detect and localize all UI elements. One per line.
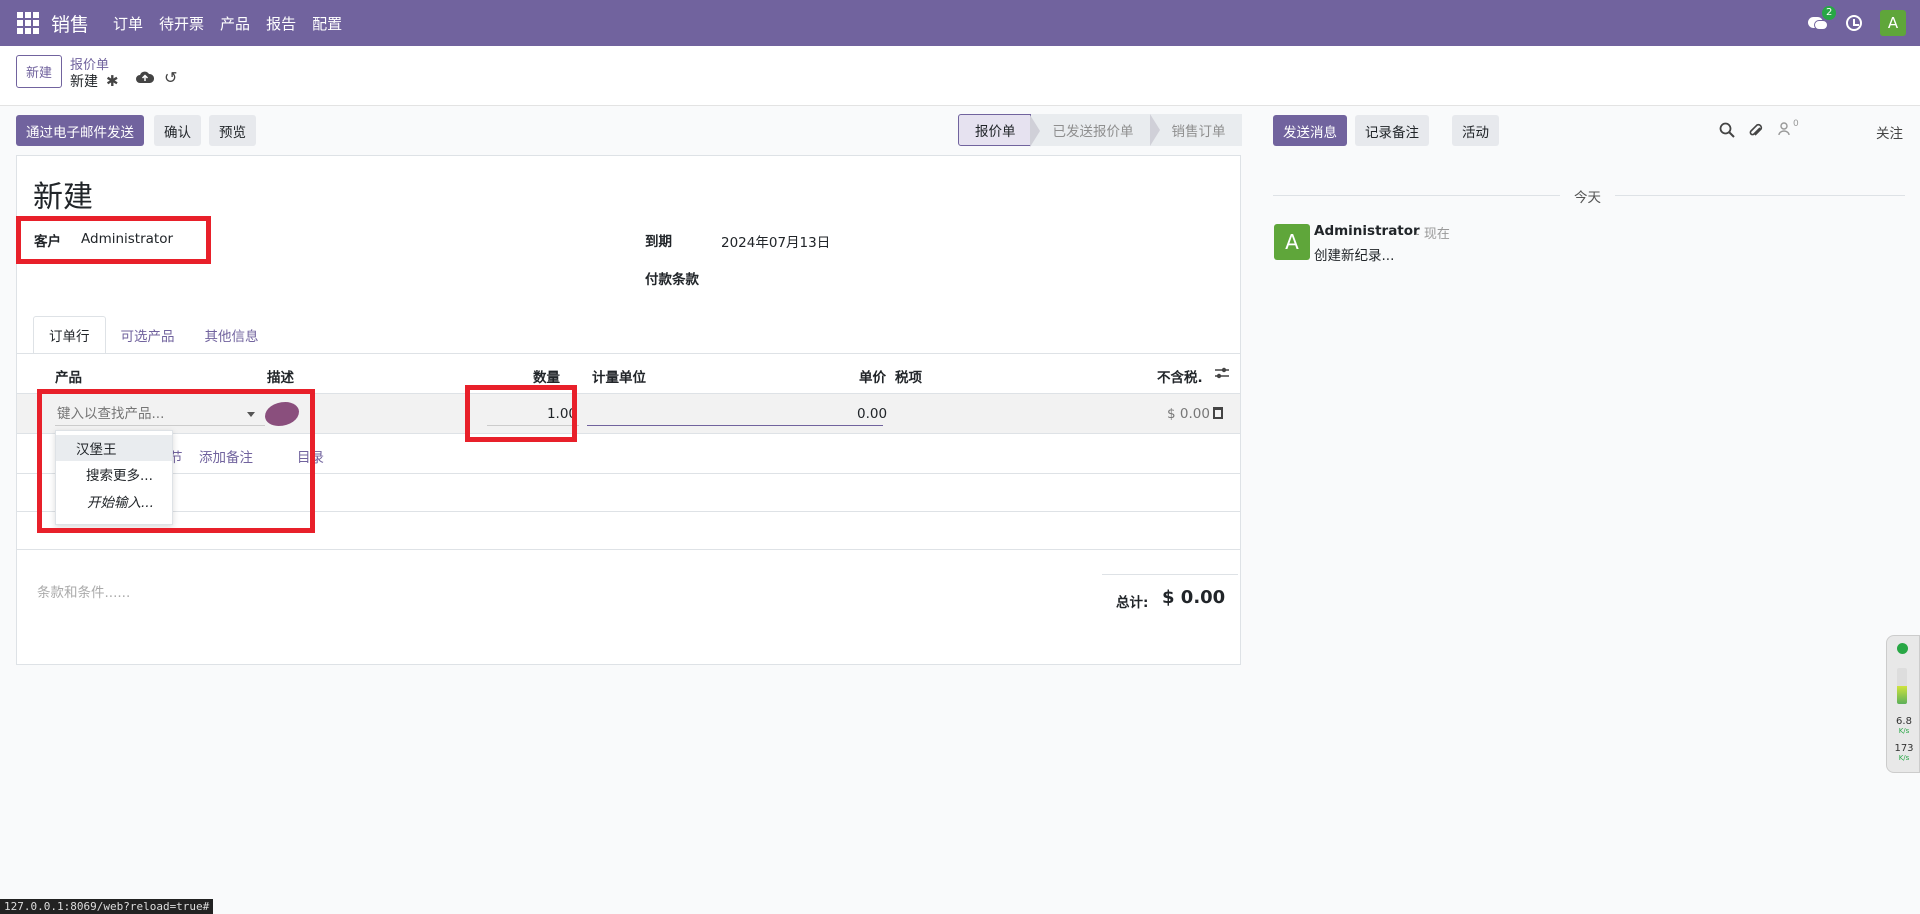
subtotal-value: $ 0.00 xyxy=(1167,406,1210,422)
menu-configuration[interactable]: 配置 xyxy=(312,13,342,34)
total-label: 总计: xyxy=(1116,595,1149,611)
column-description[interactable]: 描述 xyxy=(267,366,294,386)
status-bar-url: 127.0.0.1:8069/web?reload=true# xyxy=(0,899,214,914)
paperclip-icon[interactable] xyxy=(1749,122,1763,138)
optional-columns-icon[interactable] xyxy=(1214,366,1230,380)
payment-terms-label: 付款条款 xyxy=(645,272,699,288)
status-bar: 报价单 已发送报价单 销售订单 xyxy=(958,114,1242,147)
column-product[interactable]: 产品 xyxy=(55,366,82,386)
preview-button[interactable]: 预览 xyxy=(209,115,256,146)
download-speed: 173 xyxy=(1894,743,1914,754)
send-by-email-button[interactable]: 通过电子邮件发送 xyxy=(16,115,144,146)
record-name-text: 新建 xyxy=(70,74,98,90)
page-title: 新建 xyxy=(33,180,93,215)
chat-badge: 2 xyxy=(1822,6,1837,20)
stage-quotation[interactable]: 报价单 xyxy=(958,114,1039,147)
search-icon[interactable] xyxy=(1719,122,1735,138)
expiry-label: 到期 xyxy=(645,234,672,250)
terms-conditions-field[interactable]: 条款和条件...... xyxy=(37,581,130,601)
apps-menu-icon[interactable] xyxy=(17,12,39,34)
record-name: 新建 ✱ xyxy=(70,71,119,91)
log-note-button[interactable]: 记录备注 xyxy=(1355,115,1429,146)
column-taxes[interactable]: 税项 xyxy=(895,366,922,386)
column-subtotal[interactable]: 不含税. xyxy=(1157,366,1203,386)
highlight-box-product xyxy=(37,389,315,533)
menu-to-invoice[interactable]: 待开票 xyxy=(159,13,204,34)
message-body: 创建新纪录... xyxy=(1314,248,1395,264)
menu-orders[interactable]: 订单 xyxy=(113,13,143,34)
stage-quotation-sent[interactable]: 已发送报价单 xyxy=(1030,114,1160,146)
app-name[interactable]: 销售 xyxy=(51,10,89,37)
tab-optional-products[interactable]: 可选产品 xyxy=(106,316,190,354)
message-author[interactable]: Administrator xyxy=(1314,223,1420,239)
column-quantity[interactable]: 数量 xyxy=(533,366,560,386)
user-avatar[interactable]: A xyxy=(1880,10,1906,36)
new-button[interactable]: 新建 xyxy=(16,55,63,88)
menu-products[interactable]: 产品 xyxy=(220,13,250,34)
totals: 总计: $ 0.00 xyxy=(1102,574,1238,614)
followers-icon[interactable] xyxy=(1778,122,1790,136)
expiry-field[interactable]: 2024年07月13日 xyxy=(721,231,830,251)
trash-icon[interactable] xyxy=(1213,407,1223,419)
follower-count: 0 xyxy=(1793,119,1799,129)
table-header: 产品 描述 数量 计量单位 单价 税项 不含税. xyxy=(17,354,1240,394)
column-uom[interactable]: 计量单位 xyxy=(592,366,646,386)
tab-order-lines[interactable]: 订单行 xyxy=(33,316,106,354)
total-value: $ 0.00 xyxy=(1162,587,1226,608)
stage-sales-order[interactable]: 销售订单 xyxy=(1149,114,1242,146)
uom-field[interactable] xyxy=(587,425,883,426)
cloud-upload-icon[interactable] xyxy=(136,70,154,84)
download-unit: K/s xyxy=(1898,754,1910,762)
undo-icon[interactable]: ↺ xyxy=(164,68,177,87)
gear-icon[interactable]: ✱ xyxy=(106,72,119,90)
control-panel: 新建 报价单 新建 ✱ ↺ xyxy=(0,46,1920,106)
highlight-box-customer xyxy=(16,216,211,264)
column-unit-price[interactable]: 单价 xyxy=(859,366,886,386)
date-separator-label: 今天 xyxy=(1560,186,1615,206)
message-time: - 现在 xyxy=(1415,227,1450,242)
send-message-button[interactable]: 发送消息 xyxy=(1273,115,1347,146)
highlight-box-quantity xyxy=(465,385,577,442)
upload-speed: 6.8 xyxy=(1896,716,1912,727)
usage-bar xyxy=(1897,668,1907,704)
unit-price-field[interactable]: 0.00 xyxy=(857,406,887,422)
activity-clock-icon[interactable] xyxy=(1846,15,1862,31)
status-dot xyxy=(1897,643,1908,654)
follow-button[interactable]: 关注 xyxy=(1876,122,1903,142)
menu-reporting[interactable]: 报告 xyxy=(266,13,296,34)
upload-unit: K/s xyxy=(1898,727,1910,735)
confirm-button[interactable]: 确认 xyxy=(154,115,201,146)
tab-other-info[interactable]: 其他信息 xyxy=(190,316,274,354)
avatar[interactable]: A xyxy=(1274,224,1310,260)
activity-button[interactable]: 活动 xyxy=(1452,115,1499,146)
network-monitor-widget[interactable]: 6.8 K/s 173 K/s xyxy=(1886,635,1920,773)
chat-icon[interactable]: 2 xyxy=(1808,6,1837,31)
notebook-tabs: 订单行 可选产品 其他信息 xyxy=(33,316,274,354)
top-navbar: 销售 订单 待开票 产品 报告 配置 2 A xyxy=(0,0,1920,46)
